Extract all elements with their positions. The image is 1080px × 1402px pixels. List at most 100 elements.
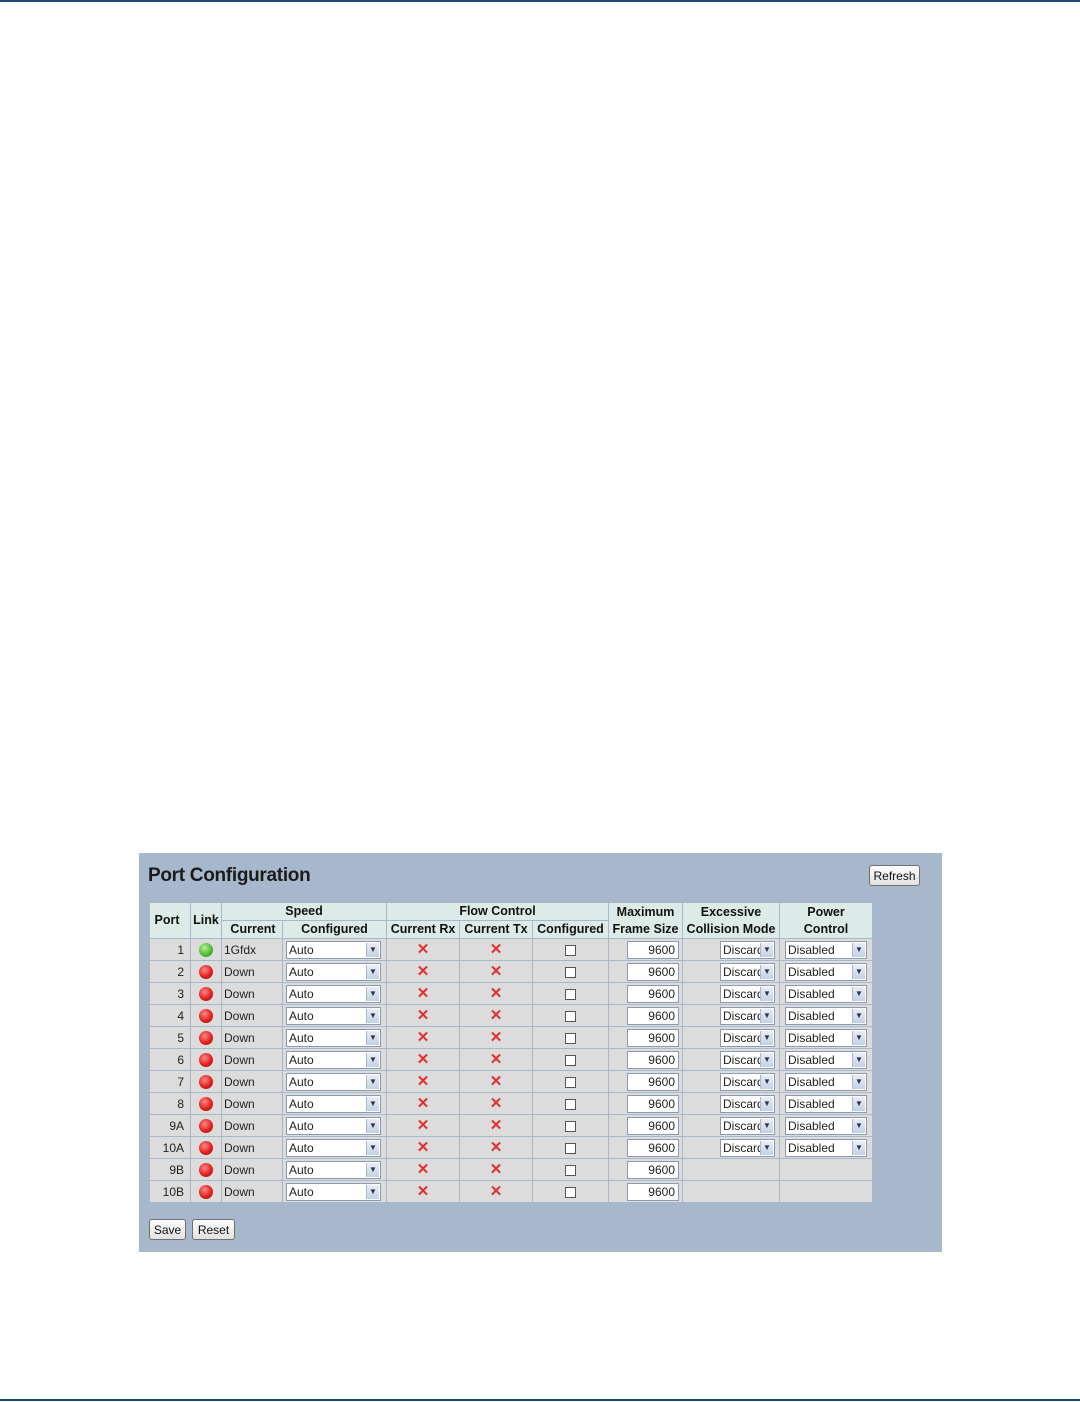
speed-current: Down xyxy=(222,1115,282,1136)
power-control-select[interactable]: Disabled ▼ xyxy=(785,1050,867,1069)
power-control-select[interactable]: Disabled ▼ xyxy=(785,984,867,1003)
speed-select[interactable]: Auto ▼ xyxy=(286,1116,381,1135)
flow-control-checkbox[interactable] xyxy=(565,966,576,978)
flow-control-checkbox[interactable] xyxy=(565,1164,576,1176)
power-control-value: Disabled xyxy=(788,1096,835,1111)
max-frame-size-input[interactable]: 9600 xyxy=(627,962,679,981)
speed-current: Down xyxy=(222,1159,282,1180)
flow-current-tx: ✕ xyxy=(460,1071,532,1092)
max-frame-size-input[interactable]: 9600 xyxy=(627,1138,679,1157)
page-title: Port Configuration xyxy=(148,865,311,886)
flow-control-checkbox[interactable] xyxy=(565,944,576,956)
flow-configured-cell xyxy=(533,939,608,960)
header-maximum-frame-size: Maximum Frame Size xyxy=(609,903,682,938)
flow-control-checkbox[interactable] xyxy=(565,1010,576,1022)
excessive-collision-cell: Discard ▼ xyxy=(683,1137,779,1158)
speed-select[interactable]: Auto ▼ xyxy=(286,1182,381,1201)
refresh-button[interactable]: Refresh xyxy=(869,865,920,886)
chevron-down-icon: ▼ xyxy=(366,1184,379,1199)
power-control-select[interactable]: Disabled ▼ xyxy=(785,1072,867,1091)
flow-control-checkbox[interactable] xyxy=(565,988,576,1000)
excessive-collision-select[interactable]: Discard ▼ xyxy=(720,984,775,1003)
header-current-tx: Current Tx xyxy=(460,921,532,938)
speed-select[interactable]: Auto ▼ xyxy=(286,1050,381,1069)
flow-control-checkbox[interactable] xyxy=(565,1120,576,1132)
max-frame-size-input[interactable]: 9600 xyxy=(627,1160,679,1179)
flow-control-checkbox[interactable] xyxy=(565,1142,576,1154)
excessive-collision-cell: Discard ▼ xyxy=(683,1027,779,1048)
max-frame-size-input[interactable]: 9600 xyxy=(627,1028,679,1047)
power-control-select[interactable]: Disabled ▼ xyxy=(785,1094,867,1113)
port-number: 1 xyxy=(150,939,190,960)
x-mark-icon: ✕ xyxy=(416,1029,430,1046)
speed-select[interactable]: Auto ▼ xyxy=(286,1006,381,1025)
link-status-cell xyxy=(191,961,221,982)
max-frame-size-input[interactable]: 9600 xyxy=(627,1116,679,1135)
flow-current-tx: ✕ xyxy=(460,1093,532,1114)
speed-select-value: Auto xyxy=(289,1118,314,1133)
max-frame-cell: 9600 xyxy=(609,1137,682,1158)
flow-control-checkbox[interactable] xyxy=(565,1032,576,1044)
excessive-collision-select[interactable]: Discard ▼ xyxy=(720,1116,775,1135)
max-frame-size-input[interactable]: 9600 xyxy=(627,940,679,959)
link-status-cell xyxy=(191,1027,221,1048)
excessive-collision-select[interactable]: Discard ▼ xyxy=(720,962,775,981)
link-status-cell xyxy=(191,1181,221,1202)
max-frame-size-input[interactable]: 9600 xyxy=(627,1182,679,1201)
excessive-collision-cell: Discard ▼ xyxy=(683,1115,779,1136)
excessive-collision-select[interactable]: Discard ▼ xyxy=(720,940,775,959)
speed-configured-cell: Auto ▼ xyxy=(283,1027,386,1048)
header-speed: Speed xyxy=(222,903,386,920)
flow-control-checkbox[interactable] xyxy=(565,1054,576,1066)
max-frame-size-input[interactable]: 9600 xyxy=(627,1072,679,1091)
excessive-collision-select[interactable]: Discard ▼ xyxy=(720,1072,775,1091)
flow-control-checkbox[interactable] xyxy=(565,1186,576,1198)
speed-select[interactable]: Auto ▼ xyxy=(286,940,381,959)
power-control-cell: Disabled ▼ xyxy=(780,1049,872,1070)
speed-select[interactable]: Auto ▼ xyxy=(286,984,381,1003)
power-control-select[interactable]: Disabled ▼ xyxy=(785,962,867,981)
port-number: 8 xyxy=(150,1093,190,1114)
speed-current: 1Gfdx xyxy=(222,939,282,960)
flow-current-rx: ✕ xyxy=(387,1093,459,1114)
speed-select[interactable]: Auto ▼ xyxy=(286,1028,381,1047)
flow-control-checkbox[interactable] xyxy=(565,1076,576,1088)
excessive-collision-select[interactable]: Discard ▼ xyxy=(720,1006,775,1025)
excessive-collision-cell: Discard ▼ xyxy=(683,1093,779,1114)
power-control-select[interactable]: Disabled ▼ xyxy=(785,1028,867,1047)
power-control-select[interactable]: Disabled ▼ xyxy=(785,1006,867,1025)
reset-button[interactable]: Reset xyxy=(192,1219,235,1240)
speed-select[interactable]: Auto ▼ xyxy=(286,1094,381,1113)
max-frame-size-input[interactable]: 9600 xyxy=(627,1050,679,1069)
power-control-cell xyxy=(780,1159,872,1180)
speed-current: Down xyxy=(222,1137,282,1158)
excessive-collision-select[interactable]: Discard ▼ xyxy=(720,1094,775,1113)
power-control-select[interactable]: Disabled ▼ xyxy=(785,940,867,959)
header-maximum-frame-size-line2: Frame Size xyxy=(612,921,679,936)
speed-select[interactable]: Auto ▼ xyxy=(286,1138,381,1157)
excessive-collision-select[interactable]: Discard ▼ xyxy=(720,1138,775,1157)
save-button[interactable]: Save xyxy=(149,1219,186,1240)
chevron-down-icon: ▼ xyxy=(366,1140,379,1155)
excessive-collision-select[interactable]: Discard ▼ xyxy=(720,1050,775,1069)
speed-select[interactable]: Auto ▼ xyxy=(286,1160,381,1179)
flow-control-checkbox[interactable] xyxy=(565,1098,576,1110)
power-control-value: Disabled xyxy=(788,986,835,1001)
link-down-icon xyxy=(199,1008,213,1023)
power-control-select[interactable]: Disabled ▼ xyxy=(785,1138,867,1157)
port-configuration-panel: Port Configuration Refresh Port Link Spe… xyxy=(139,853,942,1252)
speed-select[interactable]: Auto ▼ xyxy=(286,1072,381,1091)
speed-current: Down xyxy=(222,1181,282,1202)
port-table: Port Link Speed Flow Control Maximum Fra… xyxy=(149,902,873,1203)
max-frame-size-input[interactable]: 9600 xyxy=(627,1094,679,1113)
max-frame-size-input[interactable]: 9600 xyxy=(627,1006,679,1025)
max-frame-size-input[interactable]: 9600 xyxy=(627,984,679,1003)
speed-select-value: Auto xyxy=(289,1162,314,1177)
power-control-select[interactable]: Disabled ▼ xyxy=(785,1116,867,1135)
speed-configured-cell: Auto ▼ xyxy=(283,1071,386,1092)
port-number: 3 xyxy=(150,983,190,1004)
power-control-value: Disabled xyxy=(788,1008,835,1023)
max-frame-cell: 9600 xyxy=(609,1049,682,1070)
speed-select[interactable]: Auto ▼ xyxy=(286,962,381,981)
excessive-collision-select[interactable]: Discard ▼ xyxy=(720,1028,775,1047)
